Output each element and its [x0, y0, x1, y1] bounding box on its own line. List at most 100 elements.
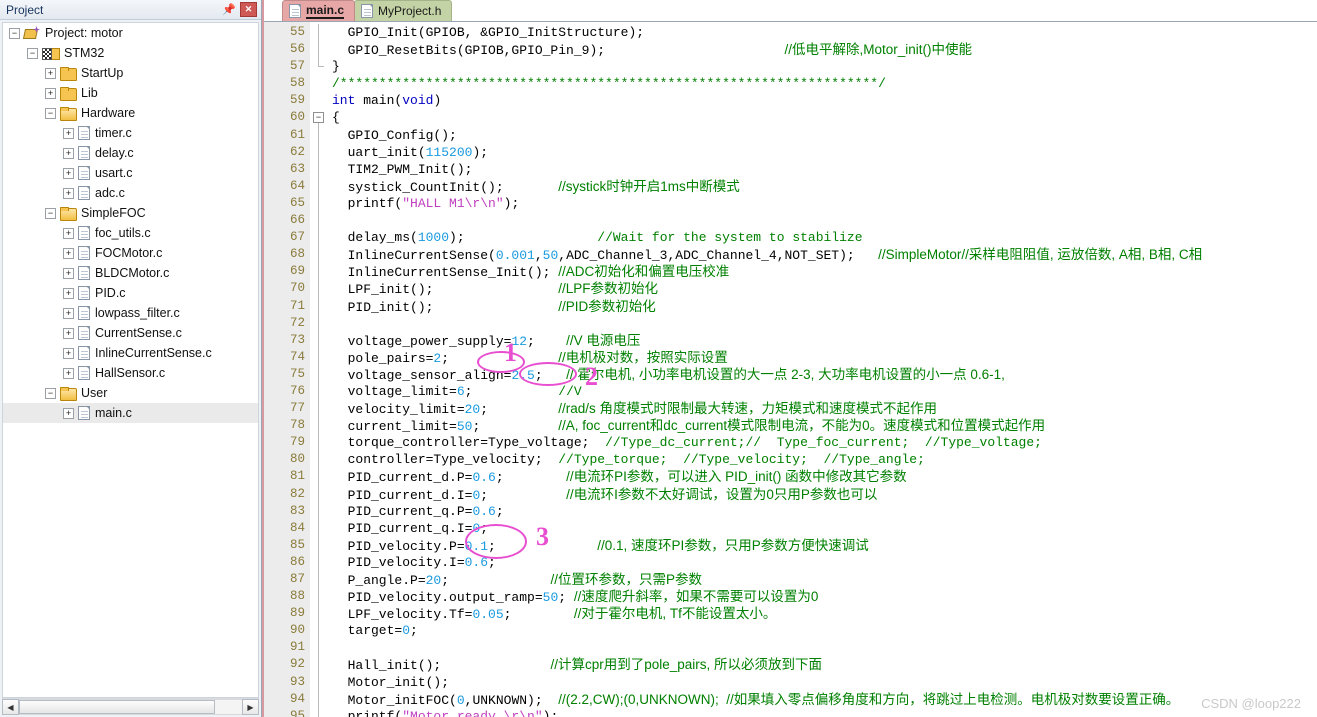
code-line[interactable]: printf("HALL M1\r\n"); [328, 195, 1317, 212]
code-line[interactable]: velocity_limit=20; //rad/s 角度模式时限制最大转速，力… [328, 400, 1317, 417]
editor-tab-myproject-h[interactable]: MyProject.h [354, 0, 453, 21]
code-view[interactable]: 55 56 57 58 59 60 61 62 63 64 65 66 67 68 69 70 71 72 73 74… [264, 22, 1317, 717]
collapse-icon[interactable]: − [45, 387, 56, 399]
expand-icon[interactable]: + [63, 287, 74, 299]
code-line[interactable]: uart_init(115200); [328, 144, 1317, 161]
code-line[interactable]: PID_current_q.I=0; [328, 520, 1317, 537]
code-line[interactable]: P_angle.P=20; //位置环参数，只需P参数 [328, 571, 1317, 588]
tree-item-pid-c[interactable]: + PID.c [3, 283, 258, 303]
code-line[interactable]: PID_velocity.I=0.6; [328, 554, 1317, 571]
expand-icon[interactable]: + [63, 127, 74, 139]
code-line[interactable]: PID_init(); //PID参数初始化 [328, 298, 1317, 315]
expand-icon[interactable]: + [45, 87, 56, 99]
tree-item-label: usart.c [95, 166, 133, 180]
hscroll-right-arrow[interactable]: ▶ [242, 699, 259, 715]
code-line[interactable]: voltage_sensor_align=2.5; // 霍尔电机, 小功率电机… [328, 366, 1317, 383]
code-token: PID_velocity.output_ramp= [332, 590, 543, 606]
collapse-icon[interactable]: − [9, 27, 20, 39]
code-line[interactable]: PID_current_d.I=0; //电流环I参数不太好调试，设置为0只用P… [328, 486, 1317, 503]
code-line[interactable]: Hall_init(); //计算cpr用到了pole_pairs, 所以必须放… [328, 656, 1317, 673]
code-line[interactable]: controller=Type_velocity; //Type_torque;… [328, 451, 1317, 468]
tree-item-foc-utils-c[interactable]: + foc_utils.c [3, 223, 258, 243]
expand-icon[interactable]: + [45, 67, 56, 79]
tree-item-lowpass-filter-c[interactable]: + lowpass_filter.c [3, 303, 258, 323]
code-line[interactable]: int main(void) [328, 92, 1317, 109]
code-line[interactable]: Motor_initFOC(0,UNKNOWN); //(2.2,CW);(0,… [328, 691, 1317, 708]
code-text[interactable]: GPIO_Init(GPIOB, &GPIO_InitStructure); G… [328, 22, 1317, 717]
expand-icon[interactable]: + [63, 347, 74, 359]
hscroll-track[interactable] [19, 699, 242, 715]
expand-icon[interactable]: + [63, 167, 74, 179]
close-icon[interactable]: ✕ [240, 2, 257, 17]
code-line[interactable]: GPIO_ResetBits(GPIOB,GPIO_Pin_9); //低电平解… [328, 41, 1317, 58]
expand-icon[interactable]: + [63, 227, 74, 239]
code-line[interactable]: PID_velocity.P=0.1; //0.1, 速度环PI参数，只用P参数… [328, 537, 1317, 554]
code-line[interactable]: { [328, 109, 1317, 126]
fold-marker[interactable]: − [310, 109, 328, 127]
project-tree[interactable]: − Project: motor − STM32 + StartUp + Lib − Hardwa… [2, 22, 259, 698]
code-line[interactable]: PID_current_d.P=0.6; //电流环PI参数，可以进入 PID_… [328, 468, 1317, 485]
tree-item-startup[interactable]: + StartUp [3, 63, 258, 83]
expand-icon[interactable]: + [63, 247, 74, 259]
tree-item-delay-c[interactable]: + delay.c [3, 143, 258, 163]
code-line[interactable]: voltage_limit=6; //V [328, 383, 1317, 400]
collapse-icon[interactable]: − [27, 47, 38, 59]
hscroll-left-arrow[interactable]: ◀ [2, 699, 19, 715]
code-line[interactable]: pole_pairs=2; //电机极对数，按照实际设置 [328, 349, 1317, 366]
tree-item-user[interactable]: − User [3, 383, 258, 403]
code-folding-column[interactable]: − [310, 22, 328, 717]
expand-icon[interactable]: + [63, 367, 74, 379]
code-line[interactable] [328, 315, 1317, 332]
code-comment: //LPF参数初始化 [558, 281, 659, 297]
tree-item-bldcmotor-c[interactable]: + BLDCMotor.c [3, 263, 258, 283]
expand-icon[interactable]: + [63, 307, 74, 319]
code-line[interactable]: target=0; [328, 622, 1317, 639]
code-line[interactable]: current_limit=50; //A, foc_current和dc_cu… [328, 417, 1317, 434]
code-line[interactable]: PID_velocity.output_ramp=50; //速度爬升斜率，如果… [328, 588, 1317, 605]
pin-icon[interactable]: 📌 [221, 2, 237, 18]
tree-item-inlinecurrentsense-c[interactable]: + InlineCurrentSense.c [3, 343, 258, 363]
tree-item-hardware[interactable]: − Hardware [3, 103, 258, 123]
code-line[interactable]: TIM2_PWM_Init(); [328, 161, 1317, 178]
tree-item-usart-c[interactable]: + usart.c [3, 163, 258, 183]
code-line[interactable]: printf("Motor ready.\r\n"); [328, 708, 1317, 717]
code-line[interactable] [328, 639, 1317, 656]
tree-item-timer-c[interactable]: + timer.c [3, 123, 258, 143]
tree-item-project-motor[interactable]: − Project: motor [3, 23, 258, 43]
code-line[interactable]: torque_controller=Type_voltage; //Type_d… [328, 434, 1317, 451]
code-line[interactable]: Motor_init(); [328, 674, 1317, 691]
editor-tab-main-c[interactable]: main.c [282, 0, 356, 21]
tree-item-lib[interactable]: + Lib [3, 83, 258, 103]
code-line[interactable]: } [328, 58, 1317, 75]
expand-icon[interactable]: + [63, 187, 74, 199]
hscroll-thumb[interactable] [19, 700, 216, 714]
code-line[interactable]: /***************************************… [328, 75, 1317, 92]
tree-item-currentsense-c[interactable]: + CurrentSense.c [3, 323, 258, 343]
fold-collapse-box[interactable]: − [313, 112, 324, 124]
expand-icon[interactable]: + [63, 407, 74, 419]
code-line[interactable]: LPF_velocity.Tf=0.05; //对于霍尔电机, Tf不能设置太小… [328, 605, 1317, 622]
collapse-icon[interactable]: − [45, 107, 56, 119]
expand-icon[interactable]: + [63, 267, 74, 279]
project-panel-hscrollbar[interactable]: ◀ ▶ [2, 698, 259, 715]
expand-icon[interactable]: + [63, 147, 74, 159]
code-line[interactable]: InlineCurrentSense_Init(); //ADC初始化和偏置电压… [328, 263, 1317, 280]
tree-item-focmotor-c[interactable]: + FOCMotor.c [3, 243, 258, 263]
tree-item-simplefoc[interactable]: − SimpleFOC [3, 203, 258, 223]
code-line[interactable]: GPIO_Init(GPIOB, &GPIO_InitStructure); [328, 24, 1317, 41]
code-token: 0.6 [464, 554, 489, 570]
code-line[interactable]: delay_ms(1000); //Wait for the system to… [328, 229, 1317, 246]
code-line[interactable]: InlineCurrentSense(0.001,50,ADC_Channel_… [328, 246, 1317, 263]
tree-item-main-c[interactable]: + main.c [3, 403, 258, 423]
code-line[interactable]: systick_CountInit(); //systick时钟开启1ms中断模… [328, 178, 1317, 195]
code-line[interactable]: GPIO_Config(); [328, 127, 1317, 144]
expand-icon[interactable]: + [63, 327, 74, 339]
collapse-icon[interactable]: − [45, 207, 56, 219]
tree-item-adc-c[interactable]: + adc.c [3, 183, 258, 203]
tree-item-hallsensor-c[interactable]: + HallSensor.c [3, 363, 258, 383]
code-line[interactable]: LPF_init(); //LPF参数初始化 [328, 280, 1317, 297]
tree-item-stm32[interactable]: − STM32 [3, 43, 258, 63]
code-line[interactable] [328, 212, 1317, 229]
code-line[interactable]: voltage_power_supply=12; //V 电源电压 [328, 332, 1317, 349]
code-line[interactable]: PID_current_q.P=0.6; [328, 503, 1317, 520]
